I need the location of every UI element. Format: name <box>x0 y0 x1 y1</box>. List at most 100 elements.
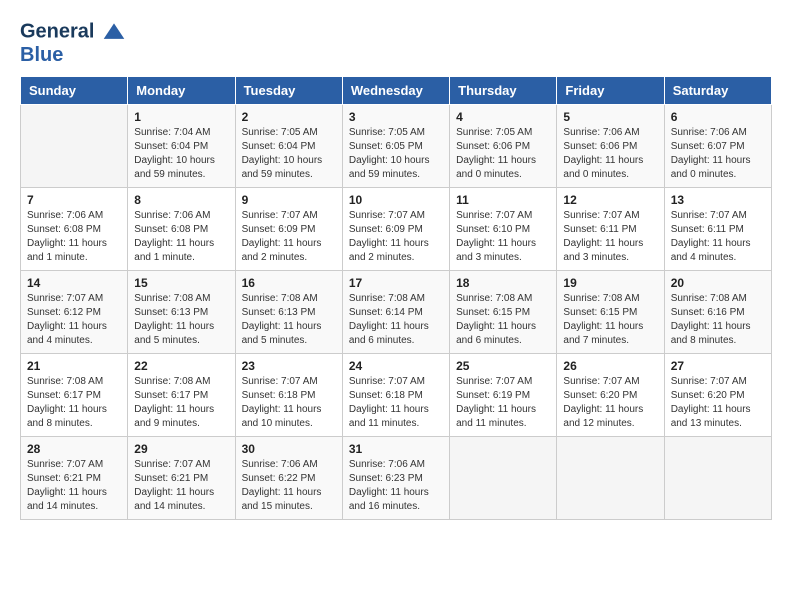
calendar-cell: 29 Sunrise: 7:07 AMSunset: 6:21 PMDaylig… <box>128 437 235 520</box>
calendar-cell <box>450 437 557 520</box>
calendar-cell: 15 Sunrise: 7:08 AMSunset: 6:13 PMDaylig… <box>128 271 235 354</box>
day-number: 6 <box>671 110 765 124</box>
day-info: Sunrise: 7:07 AMSunset: 6:18 PMDaylight:… <box>349 375 443 431</box>
day-info: Sunrise: 7:07 AMSunset: 6:09 PMDaylight:… <box>349 209 443 265</box>
calendar-cell: 8 Sunrise: 7:06 AMSunset: 6:08 PMDayligh… <box>128 188 235 271</box>
calendar-week-2: 7 Sunrise: 7:06 AMSunset: 6:08 PMDayligh… <box>21 188 772 271</box>
calendar-cell: 16 Sunrise: 7:08 AMSunset: 6:13 PMDaylig… <box>235 271 342 354</box>
day-number: 9 <box>242 193 336 207</box>
calendar-week-4: 21 Sunrise: 7:08 AMSunset: 6:17 PMDaylig… <box>21 354 772 437</box>
day-info: Sunrise: 7:06 AMSunset: 6:07 PMDaylight:… <box>671 126 765 182</box>
day-info: Sunrise: 7:06 AMSunset: 6:08 PMDaylight:… <box>134 209 228 265</box>
calendar-cell: 13 Sunrise: 7:07 AMSunset: 6:11 PMDaylig… <box>664 188 771 271</box>
day-number: 28 <box>27 442 121 456</box>
weekday-sunday: Sunday <box>21 77 128 105</box>
day-number: 31 <box>349 442 443 456</box>
day-info: Sunrise: 7:07 AMSunset: 6:21 PMDaylight:… <box>27 458 121 514</box>
day-number: 12 <box>563 193 657 207</box>
calendar-cell: 9 Sunrise: 7:07 AMSunset: 6:09 PMDayligh… <box>235 188 342 271</box>
day-info: Sunrise: 7:07 AMSunset: 6:10 PMDaylight:… <box>456 209 550 265</box>
calendar-week-5: 28 Sunrise: 7:07 AMSunset: 6:21 PMDaylig… <box>21 437 772 520</box>
calendar-cell: 21 Sunrise: 7:08 AMSunset: 6:17 PMDaylig… <box>21 354 128 437</box>
calendar-cell <box>557 437 664 520</box>
calendar-cell <box>21 105 128 188</box>
calendar-cell: 3 Sunrise: 7:05 AMSunset: 6:05 PMDayligh… <box>342 105 449 188</box>
day-number: 14 <box>27 276 121 290</box>
day-number: 16 <box>242 276 336 290</box>
day-number: 20 <box>671 276 765 290</box>
calendar-cell: 5 Sunrise: 7:06 AMSunset: 6:06 PMDayligh… <box>557 105 664 188</box>
day-info: Sunrise: 7:08 AMSunset: 6:15 PMDaylight:… <box>456 292 550 348</box>
calendar-table: SundayMondayTuesdayWednesdayThursdayFrid… <box>20 76 772 520</box>
day-info: Sunrise: 7:08 AMSunset: 6:16 PMDaylight:… <box>671 292 765 348</box>
day-number: 11 <box>456 193 550 207</box>
day-number: 1 <box>134 110 228 124</box>
day-number: 21 <box>27 359 121 373</box>
day-number: 30 <box>242 442 336 456</box>
day-number: 22 <box>134 359 228 373</box>
day-info: Sunrise: 7:07 AMSunset: 6:18 PMDaylight:… <box>242 375 336 431</box>
day-info: Sunrise: 7:07 AMSunset: 6:20 PMDaylight:… <box>671 375 765 431</box>
day-info: Sunrise: 7:06 AMSunset: 6:08 PMDaylight:… <box>27 209 121 265</box>
day-info: Sunrise: 7:05 AMSunset: 6:05 PMDaylight:… <box>349 126 443 182</box>
day-number: 17 <box>349 276 443 290</box>
weekday-monday: Monday <box>128 77 235 105</box>
calendar-cell: 25 Sunrise: 7:07 AMSunset: 6:19 PMDaylig… <box>450 354 557 437</box>
calendar-cell: 19 Sunrise: 7:08 AMSunset: 6:15 PMDaylig… <box>557 271 664 354</box>
calendar-cell: 24 Sunrise: 7:07 AMSunset: 6:18 PMDaylig… <box>342 354 449 437</box>
day-number: 19 <box>563 276 657 290</box>
day-info: Sunrise: 7:05 AMSunset: 6:04 PMDaylight:… <box>242 126 336 182</box>
calendar-cell: 4 Sunrise: 7:05 AMSunset: 6:06 PMDayligh… <box>450 105 557 188</box>
calendar-cell: 26 Sunrise: 7:07 AMSunset: 6:20 PMDaylig… <box>557 354 664 437</box>
day-info: Sunrise: 7:08 AMSunset: 6:17 PMDaylight:… <box>134 375 228 431</box>
day-info: Sunrise: 7:08 AMSunset: 6:15 PMDaylight:… <box>563 292 657 348</box>
day-number: 8 <box>134 193 228 207</box>
calendar-cell: 12 Sunrise: 7:07 AMSunset: 6:11 PMDaylig… <box>557 188 664 271</box>
calendar-cell: 6 Sunrise: 7:06 AMSunset: 6:07 PMDayligh… <box>664 105 771 188</box>
logo: General Blue <box>20 20 126 66</box>
logo-icon <box>102 20 126 44</box>
calendar-cell: 20 Sunrise: 7:08 AMSunset: 6:16 PMDaylig… <box>664 271 771 354</box>
day-info: Sunrise: 7:07 AMSunset: 6:20 PMDaylight:… <box>563 375 657 431</box>
day-number: 10 <box>349 193 443 207</box>
calendar-cell <box>664 437 771 520</box>
calendar-cell: 17 Sunrise: 7:08 AMSunset: 6:14 PMDaylig… <box>342 271 449 354</box>
day-info: Sunrise: 7:06 AMSunset: 6:22 PMDaylight:… <box>242 458 336 514</box>
calendar-cell: 28 Sunrise: 7:07 AMSunset: 6:21 PMDaylig… <box>21 437 128 520</box>
calendar-cell: 11 Sunrise: 7:07 AMSunset: 6:10 PMDaylig… <box>450 188 557 271</box>
day-info: Sunrise: 7:07 AMSunset: 6:19 PMDaylight:… <box>456 375 550 431</box>
day-info: Sunrise: 7:04 AMSunset: 6:04 PMDaylight:… <box>134 126 228 182</box>
day-number: 25 <box>456 359 550 373</box>
day-info: Sunrise: 7:08 AMSunset: 6:17 PMDaylight:… <box>27 375 121 431</box>
weekday-thursday: Thursday <box>450 77 557 105</box>
calendar-week-3: 14 Sunrise: 7:07 AMSunset: 6:12 PMDaylig… <box>21 271 772 354</box>
weekday-friday: Friday <box>557 77 664 105</box>
calendar-cell: 14 Sunrise: 7:07 AMSunset: 6:12 PMDaylig… <box>21 271 128 354</box>
calendar-cell: 27 Sunrise: 7:07 AMSunset: 6:20 PMDaylig… <box>664 354 771 437</box>
logo-blue: Blue <box>20 44 126 66</box>
calendar-cell: 23 Sunrise: 7:07 AMSunset: 6:18 PMDaylig… <box>235 354 342 437</box>
day-number: 26 <box>563 359 657 373</box>
day-number: 7 <box>27 193 121 207</box>
calendar-cell: 22 Sunrise: 7:08 AMSunset: 6:17 PMDaylig… <box>128 354 235 437</box>
calendar-cell: 31 Sunrise: 7:06 AMSunset: 6:23 PMDaylig… <box>342 437 449 520</box>
weekday-header-row: SundayMondayTuesdayWednesdayThursdayFrid… <box>21 77 772 105</box>
day-info: Sunrise: 7:07 AMSunset: 6:11 PMDaylight:… <box>563 209 657 265</box>
day-number: 13 <box>671 193 765 207</box>
day-info: Sunrise: 7:07 AMSunset: 6:09 PMDaylight:… <box>242 209 336 265</box>
calendar-cell: 10 Sunrise: 7:07 AMSunset: 6:09 PMDaylig… <box>342 188 449 271</box>
logo-general: General <box>20 20 94 42</box>
day-info: Sunrise: 7:06 AMSunset: 6:06 PMDaylight:… <box>563 126 657 182</box>
day-number: 29 <box>134 442 228 456</box>
day-number: 3 <box>349 110 443 124</box>
day-number: 24 <box>349 359 443 373</box>
day-info: Sunrise: 7:08 AMSunset: 6:14 PMDaylight:… <box>349 292 443 348</box>
page-header: General Blue <box>20 20 772 66</box>
calendar-cell: 18 Sunrise: 7:08 AMSunset: 6:15 PMDaylig… <box>450 271 557 354</box>
day-info: Sunrise: 7:07 AMSunset: 6:21 PMDaylight:… <box>134 458 228 514</box>
day-number: 18 <box>456 276 550 290</box>
calendar-week-1: 1 Sunrise: 7:04 AMSunset: 6:04 PMDayligh… <box>21 105 772 188</box>
calendar-cell: 30 Sunrise: 7:06 AMSunset: 6:22 PMDaylig… <box>235 437 342 520</box>
weekday-tuesday: Tuesday <box>235 77 342 105</box>
calendar-cell: 7 Sunrise: 7:06 AMSunset: 6:08 PMDayligh… <box>21 188 128 271</box>
